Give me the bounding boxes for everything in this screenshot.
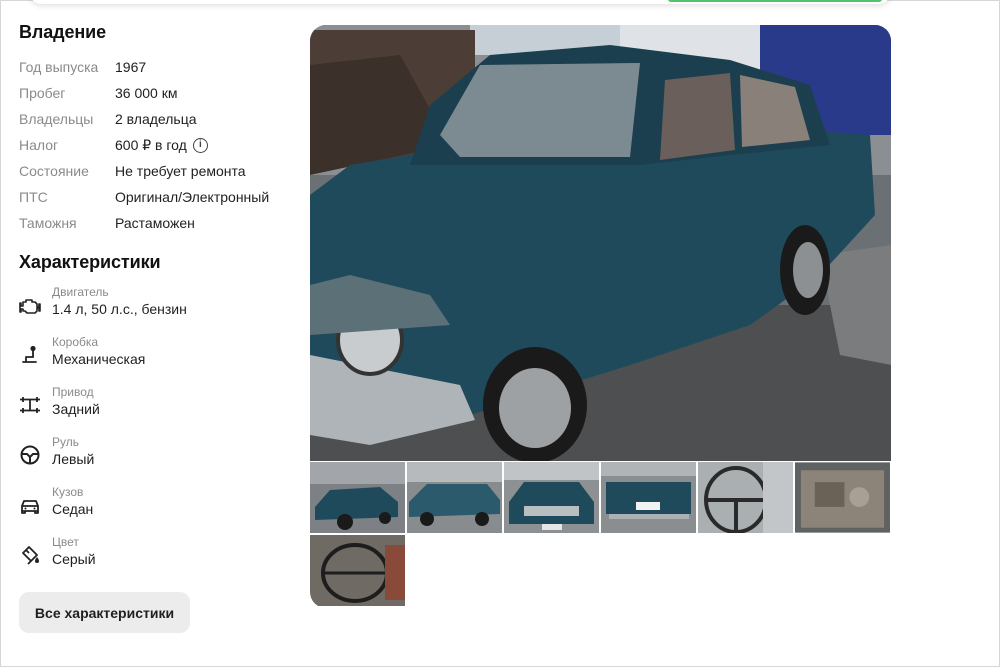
all-specs-button[interactable]: Все характеристики xyxy=(19,592,190,633)
main-car-photo[interactable] xyxy=(310,25,891,461)
row-value-text: 2 владельца xyxy=(115,111,197,127)
spec-value: Задний xyxy=(52,401,100,417)
row-key: Год выпуска xyxy=(19,59,99,75)
spec-label: Цвет xyxy=(52,535,79,549)
row-value: 2 владельца xyxy=(115,111,197,127)
row-value-text: 1967 xyxy=(115,59,147,75)
row-value-text: Оригинал/Электронный xyxy=(115,189,270,205)
paint-icon xyxy=(22,546,39,565)
thumbnail-6[interactable] xyxy=(795,462,890,533)
spec-gearbox: Коробка Механическая xyxy=(19,335,299,385)
row-value: Не требует ремонта xyxy=(115,163,246,179)
specs-list: Двигатель 1.4 л, 50 л.с., бензин Коробка… xyxy=(19,285,299,585)
spec-label: Двигатель xyxy=(52,285,109,299)
ownership-heading: Владение xyxy=(19,22,107,42)
spec-value: 1.4 л, 50 л.с., бензин xyxy=(52,301,187,317)
row-key: Таможня xyxy=(19,215,77,231)
thumbnail-2[interactable] xyxy=(407,462,502,533)
row-value: Растаможен xyxy=(115,215,195,231)
spec-text: Цвет Серый xyxy=(52,535,96,569)
thumbnail-7[interactable] xyxy=(310,535,405,606)
ownership-row-mileage: Пробег 36 000 км xyxy=(19,80,299,106)
row-key: ПТС xyxy=(19,189,48,205)
row-value-text: Растаможен xyxy=(115,215,195,231)
row-value: 36 000 км xyxy=(115,85,177,101)
drivetrain-icon xyxy=(20,397,40,413)
ownership-row-condition: Состояние Не требует ремонта xyxy=(19,158,299,184)
row-value-text: 600 ₽ в год xyxy=(115,136,187,153)
spec-text: Кузов Седан xyxy=(52,485,93,519)
ownership-row-customs: Таможня Растаможен xyxy=(19,210,299,236)
spec-steering: Руль Левый xyxy=(19,435,299,485)
thumbnail-4[interactable] xyxy=(601,462,696,533)
spec-value: Серый xyxy=(52,551,96,567)
ownership-list: Год выпуска 1967 Пробег 36 000 км Владел… xyxy=(19,54,299,236)
ownership-row-pts: ПТС Оригинал/Электронный xyxy=(19,184,299,210)
spec-label: Коробка xyxy=(52,335,99,349)
row-value: 600 ₽ в год i xyxy=(115,137,208,154)
spec-label: Руль xyxy=(52,435,79,449)
row-value: Оригинал/Электронный xyxy=(115,189,269,205)
row-value-text: 36 000 км xyxy=(115,85,178,101)
accent-bar xyxy=(668,0,882,2)
spec-drivetrain: Привод Задний xyxy=(19,385,299,435)
row-key: Владельцы xyxy=(19,111,94,127)
row-value: 1967 xyxy=(115,59,146,75)
spec-label: Кузов xyxy=(52,485,84,499)
spec-text: Двигатель 1.4 л, 50 л.с., бензин xyxy=(52,285,187,319)
row-key: Налог xyxy=(19,137,59,153)
ownership-row-year: Год выпуска 1967 xyxy=(19,54,299,80)
row-value-text: Не требует ремонта xyxy=(115,163,246,179)
steering-wheel-icon xyxy=(20,445,40,465)
details-column: Владение Год выпуска 1967 Пробег 36 000 … xyxy=(19,22,299,585)
spec-label: Привод xyxy=(52,385,94,399)
thumbnail-5[interactable] xyxy=(698,462,793,533)
info-icon[interactable]: i xyxy=(192,137,208,153)
spec-body: Кузов Седан xyxy=(19,485,299,535)
row-key: Пробег xyxy=(19,85,66,101)
spec-value: Седан xyxy=(52,501,94,517)
spec-engine: Двигатель 1.4 л, 50 л.с., бензин xyxy=(19,285,299,335)
ownership-row-tax: Налог 600 ₽ в год i xyxy=(19,132,299,158)
ownership-row-owners: Владельцы 2 владельца xyxy=(19,106,299,132)
car-body-icon xyxy=(21,500,39,514)
thumbnail-1[interactable] xyxy=(310,462,405,533)
spec-color: Цвет Серый xyxy=(19,535,299,585)
spec-text: Привод Задний xyxy=(52,385,100,419)
specs-heading: Характеристики xyxy=(19,252,161,272)
thumbnail-3[interactable] xyxy=(504,462,599,533)
gearbox-icon xyxy=(22,345,37,363)
row-key: Состояние xyxy=(19,163,89,179)
spec-value: Механическая xyxy=(52,351,146,367)
photo-gallery xyxy=(310,25,891,608)
spec-value: Левый xyxy=(52,451,95,467)
spec-text: Руль Левый xyxy=(52,435,94,469)
spec-text: Коробка Механическая xyxy=(52,335,145,369)
engine-icon xyxy=(19,299,41,314)
